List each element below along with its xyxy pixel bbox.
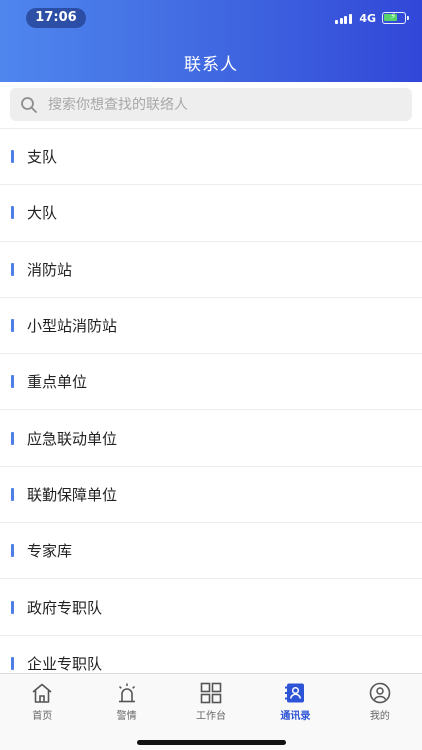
- accent-bar: [11, 262, 14, 276]
- list-item-label: 联勤保障单位: [27, 485, 118, 504]
- status-bar: 17:06 4G ⚡: [0, 0, 422, 36]
- user-profile-icon: [369, 682, 391, 704]
- accent-bar: [11, 487, 14, 501]
- tab-mine[interactable]: 我的: [338, 674, 422, 722]
- accent-bar: [11, 656, 14, 670]
- list-item[interactable]: 应急联动单位: [0, 410, 422, 467]
- tab-home[interactable]: 首页: [0, 674, 84, 722]
- list-item[interactable]: 消防站: [0, 242, 422, 298]
- accent-bar: [11, 600, 14, 614]
- accent-bar: [11, 319, 14, 333]
- list-item-label: 重点单位: [27, 373, 88, 392]
- search-input[interactable]: [48, 96, 378, 113]
- tab-workbench[interactable]: 工作台: [169, 674, 253, 722]
- contacts-book-icon: [285, 683, 305, 703]
- list-item[interactable]: 重点单位: [0, 354, 422, 411]
- list-item[interactable]: 专家库: [0, 523, 422, 580]
- home-indicator: [137, 740, 286, 745]
- list-item-label: 支队: [27, 148, 58, 167]
- list-item[interactable]: 支队: [0, 129, 422, 186]
- tab-label: 警情: [116, 711, 137, 722]
- tab-alarm[interactable]: 警情: [84, 674, 168, 722]
- list-item[interactable]: 企业专职队: [0, 636, 422, 673]
- search-box[interactable]: [10, 88, 412, 121]
- category-list: 支队 大队 消防站 小型站消防站 重点单位 应急联动单位 联勤保障单位 专家库 …: [0, 129, 422, 673]
- app-header: 17:06 4G ⚡ 联系人: [0, 0, 422, 82]
- list-item[interactable]: 联勤保障单位: [0, 467, 422, 524]
- home-icon: [32, 683, 52, 703]
- list-item[interactable]: 政府专职队: [0, 579, 422, 636]
- list-item-label: 小型站消防站: [27, 317, 118, 336]
- accent-bar: [11, 150, 14, 164]
- network-type: 4G: [359, 11, 376, 25]
- status-time: 17:06: [26, 8, 86, 28]
- tab-label: 通讯录: [280, 711, 311, 722]
- list-item-label: 大队: [27, 204, 58, 223]
- tab-label: 首页: [32, 711, 53, 722]
- list-item[interactable]: 小型站消防站: [0, 298, 422, 355]
- list-item-label: 政府专职队: [27, 598, 103, 617]
- page-title: 联系人: [184, 55, 238, 75]
- list-item-label: 应急联动单位: [27, 429, 118, 448]
- bottom-tab-bar: 首页 警情 工作台 通讯录 我的: [0, 673, 422, 750]
- accent-bar: [11, 544, 14, 558]
- search-bar: [0, 82, 422, 128]
- tab-label: 我的: [369, 711, 390, 722]
- status-indicators: 4G ⚡: [335, 11, 409, 25]
- accent-bar: [11, 431, 14, 445]
- accent-bar: [11, 206, 14, 220]
- list-item-label: 企业专职队: [27, 654, 103, 673]
- signal-icon: [335, 13, 353, 24]
- accent-bar: [11, 375, 14, 389]
- alarm-light-icon: [118, 683, 135, 703]
- grid-icon: [200, 682, 222, 704]
- battery-icon: ⚡: [382, 12, 409, 24]
- list-item-label: 专家库: [27, 542, 73, 561]
- tab-label: 工作台: [196, 711, 227, 722]
- list-item-label: 消防站: [27, 260, 73, 279]
- list-item[interactable]: 大队: [0, 185, 422, 242]
- tab-contacts[interactable]: 通讯录: [253, 674, 337, 722]
- search-icon: [21, 96, 37, 113]
